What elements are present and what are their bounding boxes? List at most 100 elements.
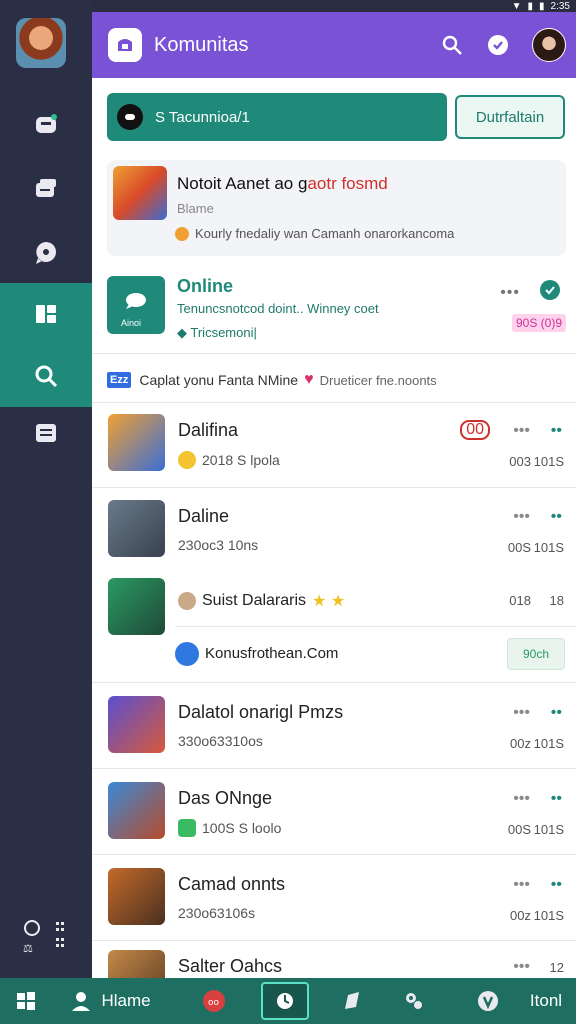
notification-title: Notoit Aanet ao gaotr fosmd [177, 174, 388, 194]
rail-tags-button[interactable] [0, 158, 92, 220]
primary-action-button[interactable]: S Tacunnioa/1 [107, 93, 447, 141]
online-status-card[interactable]: Ainoi Online Tenuncsnotcod doint.. Winne… [107, 270, 566, 350]
bottom-nav-profile-label: Hlame [101, 991, 151, 1010]
online-title: Online [177, 276, 234, 296]
list-item-sub: 100S S loolo [178, 819, 281, 837]
list-item-time: 00z [510, 908, 531, 923]
list-item-sub-text: 230oc3 10ns [178, 537, 259, 553]
bottom-nav-profile[interactable]: Hlame [60, 978, 160, 1024]
sub-row[interactable]: Konusfrothean.Com 90ch [175, 638, 565, 670]
more-options-icon[interactable]: ••• [500, 284, 520, 302]
pin-icon: ◆ [177, 325, 187, 340]
face-icon [178, 592, 196, 610]
more-options-icon[interactable]: ••• [513, 508, 530, 526]
more-options-icon[interactable]: ••• [513, 876, 530, 894]
secondary-action-button[interactable]: Dutrfaltain [455, 95, 565, 139]
rail-library-button[interactable] [0, 283, 92, 345]
game-avatar [108, 578, 165, 635]
divider [92, 487, 576, 488]
game-avatar [108, 414, 165, 471]
online-meta-text: Tricsemoni| [190, 325, 257, 340]
gamepad-icon [117, 104, 143, 130]
bottom-nav-right-label[interactable]: Itonl [520, 978, 572, 1024]
list-item[interactable]: Dalatol onarigl Pmzs 330o63310os ••• •• … [92, 696, 576, 782]
list-item-sub: 230o63106s [178, 905, 255, 921]
promo-text: Caplat yonu Fanta NMine [139, 372, 299, 388]
heart-icon: ♥ [304, 371, 314, 388]
record-icon[interactable]: oo [198, 978, 230, 1024]
home-icon [277, 993, 293, 1009]
search-icon[interactable] [440, 33, 464, 57]
list-item[interactable]: Salter Oahcs ••• 12 [92, 950, 576, 978]
notification-card[interactable]: Notoit Aanet ao gaotr fosmd Blame Kourly… [107, 160, 566, 256]
divider [92, 768, 576, 769]
list-item-red-badge: 00 [460, 420, 490, 440]
star-icon: ★ ★ [312, 593, 346, 610]
promo-strip[interactable]: Ezz Caplat yonu Fanta NMine ♥ Drueticer … [107, 366, 567, 394]
game-avatar [108, 782, 165, 839]
sub-row-button[interactable]: 90ch [507, 638, 565, 670]
list-item-count: 18 [549, 593, 564, 608]
divider [92, 402, 576, 403]
more-options-icon[interactable]: ••• [513, 958, 530, 976]
list-item-sub-text: 330o63310os [178, 733, 263, 749]
list-item-sub-text: 100S S loolo [202, 820, 282, 836]
user-avatar[interactable] [532, 28, 566, 62]
list-item-name: Dalifina [178, 420, 239, 440]
more-options-icon[interactable]: ••• [513, 704, 530, 722]
list-item[interactable]: Das ONnge 100S S loolo ••• •• 00S 101S [92, 782, 576, 868]
rail-explore-button[interactable] [0, 222, 92, 284]
app-avatar[interactable] [16, 18, 66, 68]
list-item-sub: 230oc3 10ns [178, 537, 258, 553]
page-title: Komunitas [154, 33, 249, 56]
list-item-time: 00S [507, 822, 531, 837]
app-header: Komunitas [92, 12, 576, 78]
game-avatar [108, 950, 165, 978]
divider [92, 682, 576, 683]
app-logo-icon [108, 28, 142, 62]
pencil-icon[interactable] [336, 978, 368, 1024]
list-item[interactable]: Daline 230oc3 10ns ••• •• 00S 101S [92, 500, 576, 586]
library-icon [36, 305, 56, 323]
windows-icon[interactable] [6, 978, 46, 1024]
list-item-time: 018 [509, 593, 531, 608]
list-item-sub: 330o63310os [178, 733, 263, 749]
rail-settings-button[interactable]: ⚖ [20, 918, 70, 955]
divider [92, 940, 576, 941]
shield-icon[interactable] [472, 978, 504, 1024]
smiley-icon [178, 451, 196, 469]
game-avatar [108, 696, 165, 753]
list-item-time: 003 [509, 454, 531, 469]
bottom-nav-home[interactable] [261, 982, 309, 1020]
notification-meta: Kourly fnedaliy wan Camanh onarorkancoma [175, 226, 454, 241]
notifications-icon[interactable] [486, 33, 510, 57]
wifi-icon: ▼ [511, 0, 522, 12]
notification-game-thumbnail [113, 166, 167, 220]
primary-action-label: S Tacunnioa/1 [155, 108, 250, 126]
status-dots-icon: •• [550, 704, 562, 721]
chat-bubble-icon [126, 293, 146, 309]
online-tile-label: Ainoi [121, 318, 142, 328]
list-item[interactable]: Camad onnts 230o63106s ••• •• 00z 101S [92, 868, 576, 954]
rail-list-button[interactable] [0, 402, 92, 464]
gear-icon[interactable] [398, 978, 430, 1024]
game-avatar [108, 500, 165, 557]
compass-icon [36, 242, 56, 264]
notification-meta-text: Kourly fnedaliy wan Camanh onarorkancoma [195, 226, 455, 241]
online-badge: 90S (0)9 [511, 314, 566, 332]
list-item-name: Dalatol onarigl Pmzs [178, 702, 344, 722]
list-item-time: 00z [510, 736, 531, 751]
rail-search-button[interactable] [0, 345, 92, 407]
list-item-name: Das ONnge [178, 788, 273, 808]
promo-tail: Drueticer fne.noonts [319, 372, 437, 388]
list-item-count: 101S [533, 908, 564, 923]
online-tile: Ainoi [107, 276, 165, 334]
svg-text:oo: oo [208, 998, 220, 1008]
rail-chat-button[interactable] [0, 94, 92, 156]
more-options-icon[interactable]: ••• [513, 790, 530, 808]
check-icon[interactable] [540, 280, 560, 300]
more-options-icon[interactable]: ••• [513, 422, 530, 440]
sub-row-text: Konusfrothean.Com [205, 645, 339, 662]
list-item-time: 00S [507, 540, 531, 555]
list-item-name: Suist Dalararis ★ ★ [178, 591, 345, 611]
